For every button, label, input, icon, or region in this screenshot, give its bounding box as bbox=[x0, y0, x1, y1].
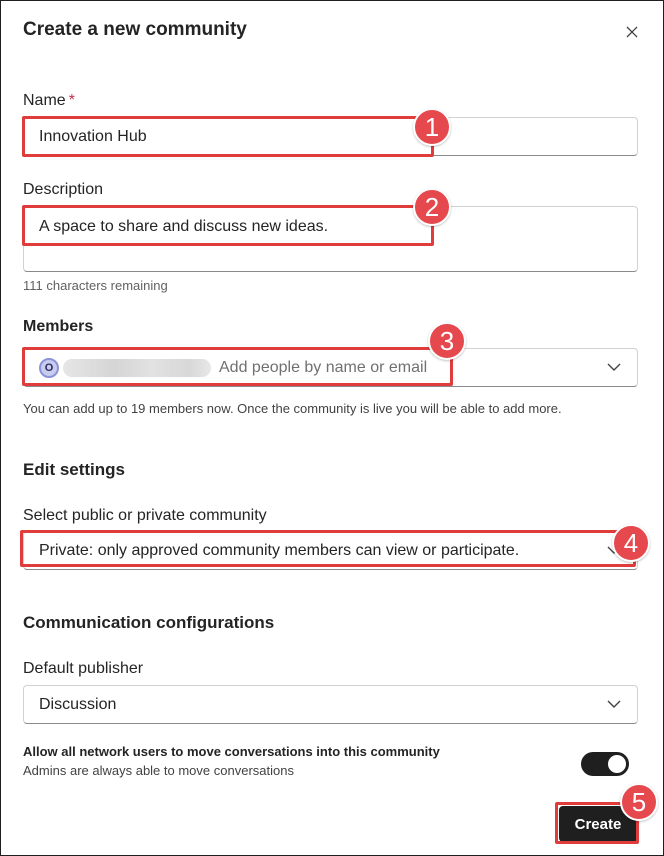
name-label: Name * bbox=[23, 92, 75, 109]
privacy-selected-value: Private: only approved community members… bbox=[39, 541, 520, 559]
publisher-label: Default publisher bbox=[23, 660, 144, 677]
chevron-down-icon[interactable] bbox=[607, 362, 621, 372]
annotation-badge-5: 5 bbox=[620, 783, 658, 821]
privacy-label: Select public or private community bbox=[23, 507, 267, 524]
name-input[interactable]: Innovation Hub bbox=[23, 117, 638, 156]
dialog-title: Create a new community bbox=[23, 19, 247, 40]
description-label: Description bbox=[23, 181, 104, 198]
description-textarea[interactable]: A space to share and discuss new ideas. bbox=[23, 206, 638, 272]
members-placeholder: Add people by name or email bbox=[219, 358, 428, 376]
members-hint: You can add up to 19 members now. Once t… bbox=[23, 401, 562, 416]
publisher-dropdown[interactable]: Discussion bbox=[23, 685, 638, 724]
annotation-badge-4: 4 bbox=[612, 524, 650, 562]
edit-settings-heading: Edit settings bbox=[23, 460, 126, 479]
characters-remaining: 111 characters remaining bbox=[23, 278, 168, 293]
publisher-selected-value: Discussion bbox=[39, 695, 117, 713]
avatar: O bbox=[39, 357, 59, 378]
members-picker[interactable]: O Add people by name or email bbox=[23, 348, 638, 387]
move-conversations-toggle[interactable] bbox=[581, 752, 629, 776]
members-label: Members bbox=[23, 318, 94, 335]
name-input-value: Innovation Hub bbox=[39, 127, 147, 145]
annotation-badge-3: 3 bbox=[428, 322, 466, 360]
create-community-dialog: Create a new community Name * Innovation … bbox=[0, 0, 664, 856]
close-icon bbox=[626, 26, 638, 38]
chevron-down-icon[interactable] bbox=[607, 699, 621, 709]
move-conversations-subtitle: Admins are always able to move conversat… bbox=[23, 763, 294, 778]
toggle-knob bbox=[608, 755, 626, 773]
close-button[interactable] bbox=[621, 21, 643, 43]
required-mark: * bbox=[68, 92, 75, 109]
communication-heading: Communication configurations bbox=[23, 613, 275, 632]
privacy-dropdown[interactable]: Private: only approved community members… bbox=[23, 531, 638, 570]
redacted-member-name bbox=[63, 358, 211, 377]
move-conversations-label: Allow all network users to move conversa… bbox=[23, 744, 440, 759]
description-value: A space to share and discuss new ideas. bbox=[39, 218, 329, 235]
member-chip[interactable]: O bbox=[39, 357, 211, 378]
annotation-badge-1: 1 bbox=[413, 108, 451, 146]
annotation-badge-2: 2 bbox=[413, 188, 451, 226]
